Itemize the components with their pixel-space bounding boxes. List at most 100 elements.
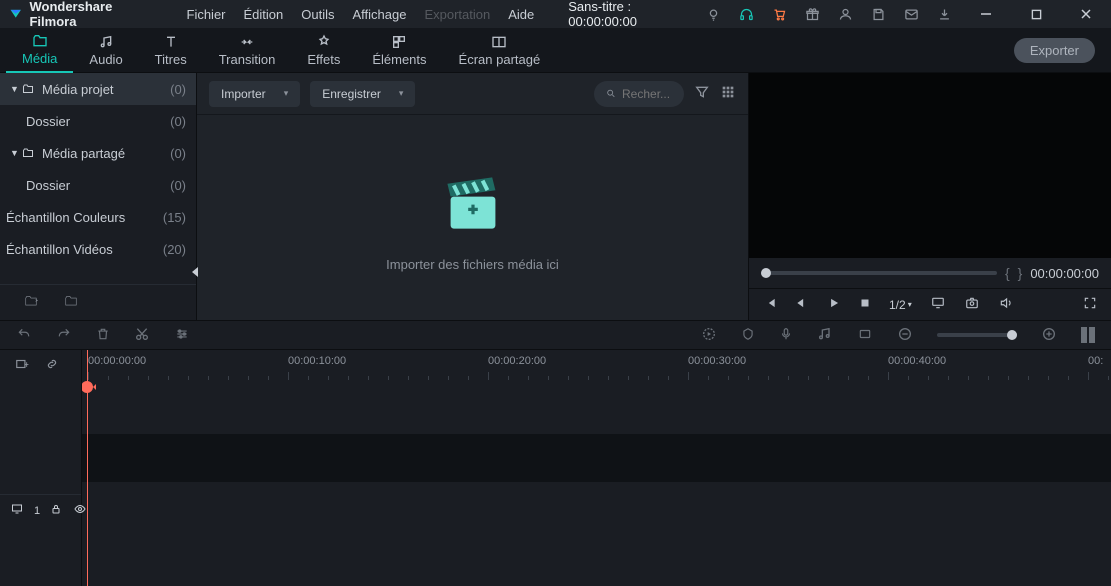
media-search[interactable] <box>594 81 684 107</box>
user-icon[interactable] <box>837 6 854 23</box>
download-icon[interactable] <box>936 6 953 23</box>
menu-affichage[interactable]: Affichage <box>345 3 415 26</box>
import-label: Importer <box>221 87 266 101</box>
timeline-toolbar <box>0 320 1111 350</box>
redo-icon[interactable] <box>56 327 72 344</box>
preview-panel: { } 00:00:00:00 1/2▾ <box>749 73 1111 320</box>
ruler-label: 00:00:30:00 <box>688 355 746 367</box>
display-icon[interactable] <box>930 296 946 313</box>
sidebar-group-project[interactable]: ▼ Média projet (0) <box>0 73 196 105</box>
ruler-label: 00:00:00:00 <box>88 355 146 367</box>
mark-out-icon[interactable]: } <box>1018 265 1023 281</box>
playback-controls: 1/2▾ <box>749 288 1111 320</box>
track-band[interactable] <box>82 434 1111 482</box>
play-icon[interactable] <box>827 296 841 313</box>
tab-elements[interactable]: Éléments <box>356 28 442 73</box>
adjust-icon[interactable] <box>174 327 190 344</box>
menu-edition[interactable]: Édition <box>236 3 292 26</box>
tab-transition-label: Transition <box>219 52 276 67</box>
lightbulb-icon[interactable] <box>705 6 722 23</box>
tab-media[interactable]: Média <box>6 28 73 73</box>
new-folder-icon[interactable] <box>22 294 40 311</box>
menu-fichier[interactable]: Fichier <box>179 3 234 26</box>
close-button[interactable] <box>1069 0 1103 28</box>
tab-transition[interactable]: Transition <box>203 28 292 73</box>
sidebar-item-label: Média projet <box>42 82 170 97</box>
prev-frame-icon[interactable] <box>763 296 777 313</box>
tab-effets[interactable]: Effets <box>291 28 356 73</box>
sidebar-item-count: (0) <box>170 82 186 97</box>
lock-icon[interactable] <box>50 502 62 519</box>
cut-icon[interactable] <box>134 326 150 345</box>
tab-effets-label: Effets <box>307 52 340 67</box>
zoom-out-icon[interactable] <box>897 326 913 345</box>
zoom-slider[interactable] <box>937 333 1017 337</box>
audio-mixer-icon[interactable] <box>817 326 833 345</box>
menu-bar: Fichier Édition Outils Affichage Exporta… <box>179 3 543 26</box>
undo-icon[interactable] <box>16 327 32 344</box>
ruler-label: 00:00:20:00 <box>488 355 546 367</box>
preview-quality-dropdown[interactable]: 1/2▾ <box>889 298 912 312</box>
message-icon[interactable] <box>903 6 920 23</box>
sidebar-child-dossier2[interactable]: Dossier (0) <box>0 169 196 201</box>
snapshot-icon[interactable] <box>964 296 980 313</box>
record-dropdown[interactable]: Enregistrer ▾ <box>310 81 415 107</box>
folder-icon <box>20 147 36 159</box>
ruler-label: 00: <box>1088 355 1103 367</box>
sidebar-item-colors[interactable]: Échantillon Couleurs (15) <box>0 201 196 233</box>
media-empty-text: Importer des fichiers média ici <box>386 257 559 272</box>
sidebar-item-count: (0) <box>170 178 186 193</box>
media-empty-state[interactable]: Importer des fichiers média ici <box>197 115 748 320</box>
menu-aide[interactable]: Aide <box>500 3 542 26</box>
sidebar-item-label: Dossier <box>26 114 170 129</box>
track-header[interactable]: 1 <box>0 494 81 526</box>
sidebar-item-count: (0) <box>170 146 186 161</box>
sidebar-group-shared[interactable]: ▼ Média partagé (0) <box>0 137 196 169</box>
play-backward-icon[interactable] <box>795 296 809 313</box>
media-toolbar: Importer ▾ Enregistrer ▾ <box>197 73 748 115</box>
volume-icon[interactable] <box>998 296 1014 313</box>
marker-icon[interactable] <box>741 326 755 345</box>
export-button[interactable]: Exporter <box>1014 38 1095 63</box>
headphones-icon[interactable] <box>738 6 755 23</box>
fullscreen-icon[interactable] <box>1083 296 1097 313</box>
playhead[interactable] <box>87 350 88 586</box>
menu-outils[interactable]: Outils <box>293 3 342 26</box>
media-sidebar: ▼ Média projet (0) Dossier (0) ▼ Média p… <box>0 73 196 320</box>
sidebar-child-dossier1[interactable]: Dossier (0) <box>0 105 196 137</box>
maximize-button[interactable] <box>1019 0 1053 28</box>
tab-titres[interactable]: Titres <box>139 28 203 73</box>
timeline-ruler[interactable]: 00:00:00:00 00:00:10:00 00:00:20:00 00:0… <box>82 350 1111 380</box>
menu-exportation: Exportation <box>416 3 498 26</box>
stop-icon[interactable] <box>859 297 871 312</box>
tab-audio[interactable]: Audio <box>73 28 138 73</box>
mark-in-icon[interactable]: { <box>1005 265 1010 281</box>
sidebar-item-count: (15) <box>163 210 186 225</box>
link-icon[interactable] <box>44 357 60 374</box>
preview-scrubber[interactable] <box>761 271 997 275</box>
minimize-button[interactable] <box>969 0 1003 28</box>
folder-icon[interactable] <box>62 294 80 311</box>
import-dropdown[interactable]: Importer ▾ <box>209 81 300 107</box>
save-icon[interactable] <box>870 6 887 23</box>
timeline-add-icon[interactable] <box>14 357 30 374</box>
preview-video[interactable] <box>749 73 1111 258</box>
sidebar-item-label: Média partagé <box>42 146 170 161</box>
zoom-in-icon[interactable] <box>1041 326 1057 345</box>
render-icon[interactable] <box>701 326 717 345</box>
cart-icon[interactable] <box>771 6 788 23</box>
sidebar-item-videos[interactable]: Échantillon Vidéos (20) <box>0 233 196 265</box>
voiceover-icon[interactable] <box>779 326 793 345</box>
timeline-tracks[interactable]: 00:00:00:00 00:00:10:00 00:00:20:00 00:0… <box>82 350 1111 586</box>
zoom-fit-icon[interactable] <box>1081 327 1095 343</box>
title-bar: Wondershare Filmora Fichier Édition Outi… <box>0 0 1111 28</box>
grid-view-icon[interactable] <box>720 84 736 103</box>
crop-icon[interactable] <box>857 327 873 344</box>
tab-split-screen[interactable]: Écran partagé <box>443 28 557 73</box>
filter-icon[interactable] <box>694 84 710 103</box>
collapse-handle-icon[interactable] <box>190 265 200 279</box>
delete-icon[interactable] <box>96 326 110 345</box>
playhead-head-icon <box>82 380 96 396</box>
gift-icon[interactable] <box>804 6 821 23</box>
search-input[interactable] <box>622 87 672 101</box>
